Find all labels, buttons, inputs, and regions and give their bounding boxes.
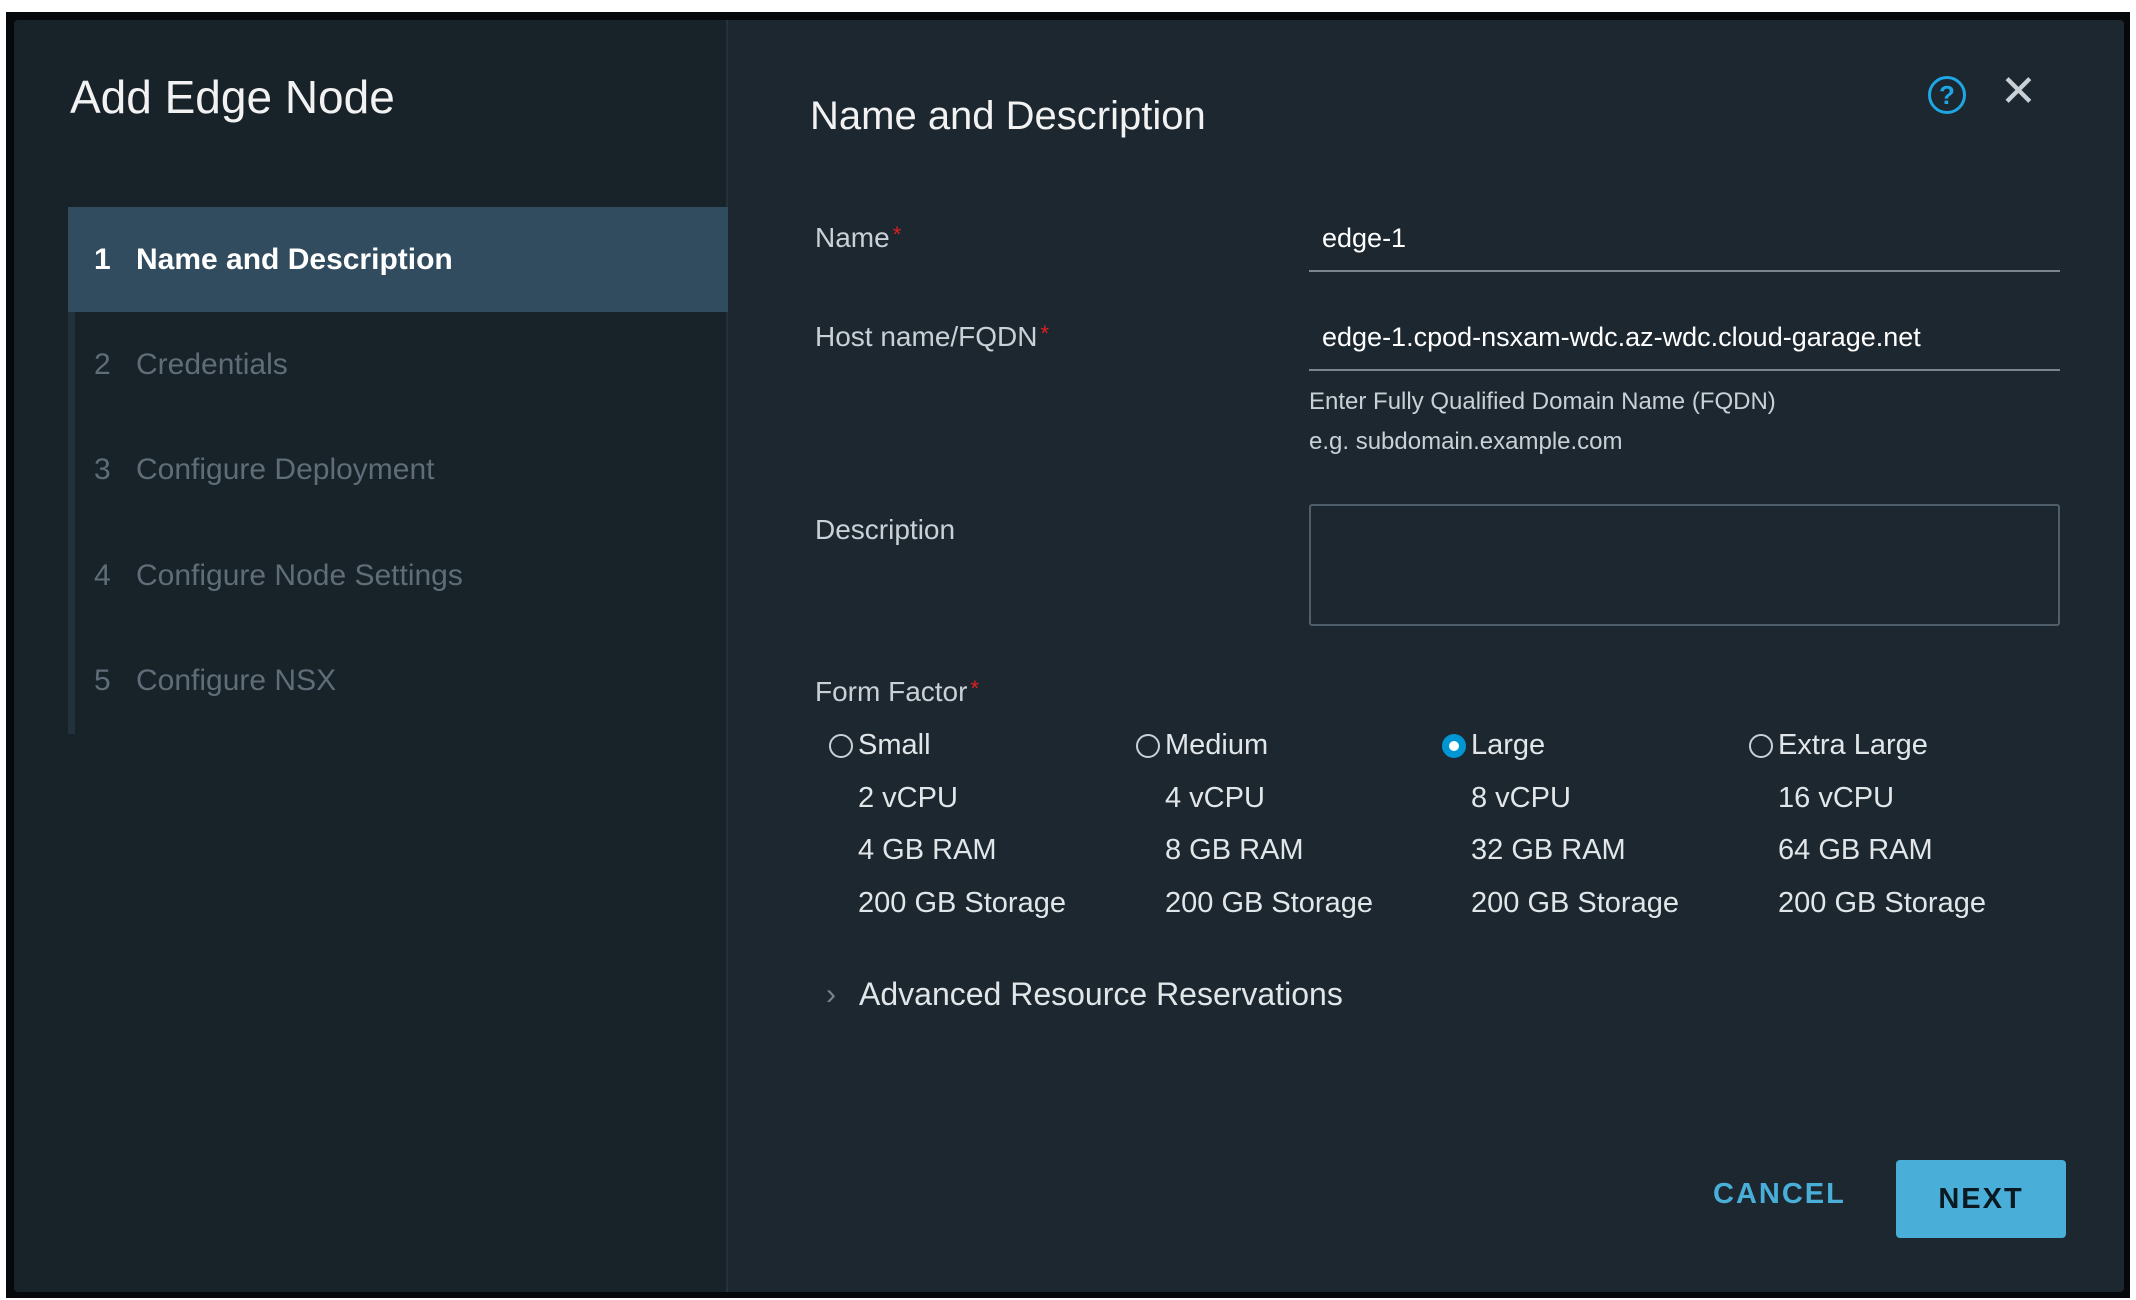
- wizard-sidebar: Add Edge Node 1 Name and Description 2 Cre…: [14, 20, 728, 1292]
- step-number: 2: [94, 347, 111, 381]
- option-extra-large-cpu: 16 vCPU: [1778, 782, 1895, 814]
- option-large-storage: 200 GB Storage: [1471, 887, 1679, 919]
- option-extra-large-storage: 200 GB Storage: [1778, 887, 1986, 919]
- step-label: Configure Node Settings: [136, 558, 463, 592]
- description-label: Description: [815, 514, 956, 545]
- form-factor-label: Form Factor *: [815, 676, 980, 707]
- step-configure-deployment[interactable]: 3 Configure Deployment: [68, 417, 728, 522]
- step-label: Configure NSX: [136, 663, 337, 697]
- chevron-right-icon[interactable]: ›: [826, 978, 836, 1012]
- option-large-cpu: 8 vCPU: [1471, 782, 1571, 814]
- fqdn-example-text: e.g. subdomain.example.com: [1309, 428, 1623, 455]
- name-label: Name *: [815, 222, 902, 253]
- step-configure-nsx[interactable]: 5 Configure NSX: [68, 628, 728, 733]
- step-label: Configure Deployment: [136, 452, 435, 486]
- host-label: Host name/FQDN *: [815, 321, 1050, 352]
- option-medium-storage: 200 GB Storage: [1165, 887, 1373, 919]
- option-large-ram: 32 GB RAM: [1471, 834, 1626, 866]
- option-medium-cpu: 4 vCPU: [1165, 782, 1265, 814]
- option-extra-large-label[interactable]: Extra Large: [1778, 729, 1928, 762]
- step-number: 3: [94, 452, 111, 486]
- option-medium-label[interactable]: Medium: [1165, 729, 1268, 762]
- name-input-underline: [1309, 270, 2060, 272]
- next-button[interactable]: NEXT: [1896, 1160, 2066, 1238]
- step-configure-node-settings[interactable]: 4 Configure Node Settings: [68, 523, 728, 628]
- option-medium-ram: 8 GB RAM: [1165, 834, 1304, 866]
- radio-small[interactable]: [829, 734, 853, 758]
- radio-extra-large[interactable]: [1749, 734, 1773, 758]
- option-small-ram: 4 GB RAM: [858, 834, 997, 866]
- step-number: 4: [94, 558, 111, 592]
- close-icon[interactable]: ✕: [2000, 66, 2037, 117]
- fqdn-help-text: Enter Fully Qualified Domain Name (FQDN): [1309, 388, 1776, 415]
- step-credentials[interactable]: 2 Credentials: [68, 312, 728, 417]
- name-input[interactable]: edge-1: [1322, 223, 1406, 254]
- option-small-cpu: 2 vCPU: [858, 782, 958, 814]
- add-edge-node-dialog: Add Edge Node 1 Name and Description 2 Cre…: [14, 20, 2124, 1292]
- step-label: Name and Description: [136, 242, 453, 276]
- option-small-storage: 200 GB Storage: [858, 887, 1066, 919]
- step-number: 1: [94, 242, 111, 276]
- radio-large[interactable]: [1442, 734, 1466, 758]
- description-textarea[interactable]: [1309, 504, 2060, 626]
- option-small-label[interactable]: Small: [858, 729, 931, 762]
- radio-medium[interactable]: [1136, 734, 1160, 758]
- option-large-label[interactable]: Large: [1471, 729, 1545, 762]
- step-label: Credentials: [136, 347, 288, 381]
- step-name-and-description[interactable]: 1 Name and Description: [68, 207, 728, 312]
- cancel-button[interactable]: CANCEL: [1713, 1178, 1846, 1211]
- advanced-resource-reservations-toggle[interactable]: Advanced Resource Reservations: [859, 976, 1343, 1013]
- step-number: 5: [94, 663, 111, 697]
- help-circle-icon[interactable]: ?: [1928, 76, 1966, 114]
- fqdn-input[interactable]: edge-1.cpod-nsxam-wdc.az-wdc.cloud-garag…: [1322, 322, 1921, 353]
- option-extra-large-ram: 64 GB RAM: [1778, 834, 1933, 866]
- dialog-title: Add Edge Node: [70, 71, 395, 123]
- page-title: Name and Description: [810, 94, 1206, 138]
- fqdn-input-underline: [1309, 369, 2060, 371]
